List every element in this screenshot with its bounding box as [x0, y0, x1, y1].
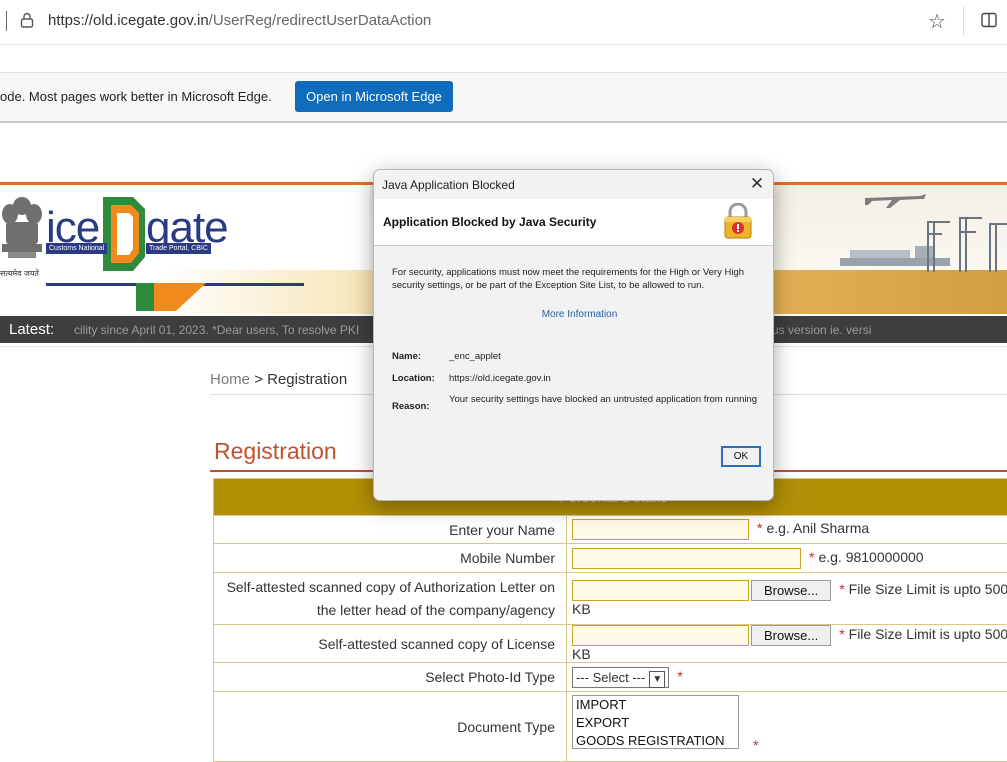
- port-cranes-icon: [920, 212, 1007, 272]
- photo-id-label: Select Photo-Id Type: [214, 663, 567, 692]
- ok-button[interactable]: OK: [721, 446, 761, 467]
- license-browse-button[interactable]: Browse...: [751, 625, 831, 646]
- required-mark: *: [809, 549, 814, 565]
- icegate-logo-mark: [103, 197, 145, 271]
- mobile-label: Mobile Number: [214, 544, 567, 573]
- favorite-star-icon[interactable]: ☆: [928, 9, 946, 34]
- form-row-name: Enter your Name *e.g. Anil Sharma: [214, 516, 1007, 544]
- form-row-authorization-letter: Self-attested scanned copy of Authorizat…: [214, 573, 1007, 625]
- name-key: Name:: [392, 351, 421, 362]
- authorization-browse-button[interactable]: Browse...: [751, 580, 831, 601]
- logo-tagline-left: Customs National: [46, 243, 107, 254]
- name-value: _enc_applet: [449, 351, 759, 363]
- url-path: /UserReg/redirectUserDataAction: [209, 12, 432, 29]
- toolbar-divider: [963, 6, 964, 36]
- page-title: Registration: [214, 438, 337, 465]
- authorization-letter-label: Self-attested scanned copy of Authorizat…: [214, 573, 567, 625]
- name-hint: e.g. Anil Sharma: [766, 520, 869, 536]
- location-key: Location:: [392, 373, 435, 384]
- authorization-file-input[interactable]: [572, 580, 749, 601]
- photo-id-selected-value: --- Select ---: [576, 670, 645, 685]
- required-mark: *: [753, 737, 758, 753]
- latest-label: Latest:: [9, 321, 54, 338]
- mobile-input[interactable]: [572, 548, 801, 569]
- dialog-title: Java Application Blocked: [382, 178, 515, 192]
- name-label: Enter your Name: [214, 516, 567, 544]
- url-host: https://old.icegate.gov.in: [48, 12, 209, 29]
- dialog-heading: Application Blocked by Java Security: [383, 215, 596, 229]
- reason-value: Your security settings have blocked an u…: [449, 394, 759, 406]
- photo-id-select[interactable]: --- Select --- ▼: [572, 667, 669, 688]
- url-field[interactable]: https://old.icegate.gov.in/UserReg/redir…: [48, 12, 431, 29]
- license-file-input[interactable]: [572, 625, 749, 646]
- breadcrumb-separator: >: [254, 371, 263, 388]
- breadcrumb: Home > Registration: [210, 371, 347, 388]
- airplane-icon: [860, 186, 930, 210]
- close-icon[interactable]: ✕: [747, 174, 767, 194]
- padlock-warning-icon: [723, 203, 753, 239]
- split-screen-icon[interactable]: [981, 12, 997, 28]
- authorization-letter-label-line1: Self-attested scanned copy of Authorizat…: [214, 576, 555, 599]
- required-mark: *: [839, 626, 844, 642]
- required-mark: *: [757, 520, 762, 536]
- form-row-photo-id: Select Photo-Id Type --- Select --- ▼ *: [214, 663, 1007, 692]
- location-value: https://old.icegate.gov.in: [449, 373, 759, 385]
- address-bar: https://old.icegate.gov.in/UserReg/redir…: [0, 0, 1007, 45]
- document-type-label: Document Type: [214, 692, 567, 762]
- national-emblem: [0, 192, 44, 272]
- dialog-message: For security, applications must now meet…: [392, 266, 762, 292]
- authorization-letter-label-line2: the letter head of the company/agency: [214, 599, 555, 622]
- breadcrumb-current: Registration: [267, 371, 347, 388]
- document-type-option[interactable]: EXPORT: [576, 714, 738, 732]
- document-type-option[interactable]: IMPORT: [576, 696, 738, 714]
- toolbar-divider: [6, 11, 7, 31]
- document-type-listbox[interactable]: IMPORT EXPORT GOODS REGISTRATION: [572, 695, 739, 749]
- license-label: Self-attested scanned copy of License: [214, 625, 567, 663]
- logo-tagline-right: Trade Portal, CBIC: [146, 243, 211, 254]
- form-row-document-type: Document Type IMPORT EXPORT GOODS REGIST…: [214, 692, 1007, 762]
- dropdown-arrow-icon[interactable]: ▼: [649, 671, 665, 688]
- document-type-option[interactable]: GOODS REGISTRATION: [576, 732, 738, 749]
- form-row-license: Self-attested scanned copy of License Br…: [214, 625, 1007, 663]
- news-ticker-text-tail[interactable]: us version ie. versi: [772, 323, 871, 337]
- lock-icon[interactable]: [20, 12, 34, 28]
- open-in-edge-button[interactable]: Open in Microsoft Edge: [295, 81, 453, 112]
- infobar-message: ode. Most pages work better in Microsoft…: [0, 89, 272, 104]
- required-mark: *: [839, 581, 844, 597]
- java-blocked-dialog: Java Application Blocked ✕ Application B…: [373, 169, 774, 501]
- mobile-hint: e.g. 9810000000: [818, 549, 923, 565]
- registration-form: Personal Details Enter your Name *e.g. A…: [213, 478, 1007, 762]
- news-ticker-text[interactable]: cility since April 01, 2023. *Dear users…: [74, 323, 359, 337]
- breadcrumb-home-link[interactable]: Home: [210, 371, 250, 388]
- name-input[interactable]: [572, 519, 749, 540]
- reason-key: Reason:: [392, 401, 429, 412]
- dialog-header: Application Blocked by Java Security: [374, 199, 773, 246]
- emblem-caption: सत्यमेव जयते: [0, 268, 39, 279]
- form-row-mobile: Mobile Number *e.g. 9810000000: [214, 544, 1007, 573]
- logo-flag-shape: [136, 283, 206, 311]
- required-mark: *: [677, 668, 682, 684]
- more-information-link[interactable]: More Information: [374, 309, 774, 320]
- ie-mode-infobar: ode. Most pages work better in Microsoft…: [0, 72, 1007, 123]
